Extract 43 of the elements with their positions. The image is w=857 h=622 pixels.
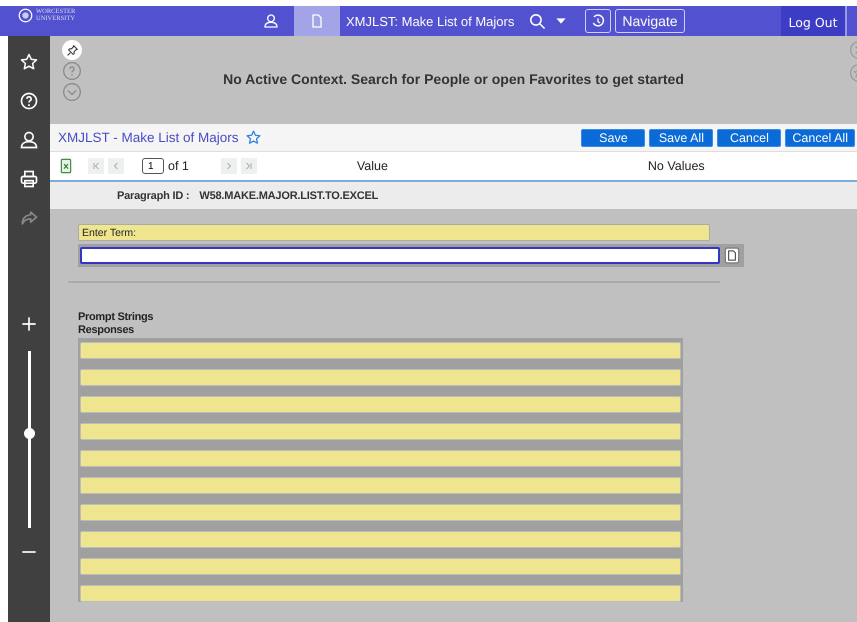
prompt-label: Enter Term: <box>78 224 710 241</box>
response-field[interactable] <box>80 558 681 575</box>
response-field[interactable] <box>80 477 681 494</box>
printer-icon[interactable] <box>19 169 39 189</box>
page-title: XMJLST: Make List of Majors <box>345 12 516 31</box>
person-icon[interactable] <box>19 130 39 150</box>
spreadsheet-icon[interactable] <box>58 158 74 174</box>
section-label: Prompt Strings <box>78 311 154 323</box>
response-field[interactable] <box>80 585 681 602</box>
response-field[interactable] <box>80 450 681 467</box>
response-field[interactable] <box>80 531 681 548</box>
response-field[interactable] <box>80 342 681 359</box>
action-button[interactable]: Save All <box>649 128 714 146</box>
star-icon[interactable] <box>19 52 39 72</box>
value-text: No Values <box>648 159 705 173</box>
person-icon[interactable] <box>263 13 279 29</box>
context-message: No Active Context. Search for People or open Favorites to get started <box>223 71 684 87</box>
history-icon[interactable] <box>590 13 606 29</box>
action-button[interactable]: Cancel <box>717 128 782 146</box>
search-icon[interactable] <box>528 12 548 30</box>
value-label: Value <box>356 159 388 173</box>
history-button[interactable] <box>585 9 612 33</box>
term-field[interactable] <box>80 247 720 264</box>
slider-thumb[interactable] <box>24 428 34 440</box>
paragraph-label: Paragraph ID : <box>117 190 190 202</box>
pin-icon[interactable] <box>66 44 78 56</box>
paragraph-id: W58.MAKE.MAJOR.LIST.TO.EXCEL <box>199 190 378 202</box>
page-count: of 1 <box>168 159 189 173</box>
navigate-button[interactable]: Navigate <box>615 9 685 33</box>
favorite-star-icon[interactable] <box>244 129 262 146</box>
action-button[interactable]: Cancel All <box>785 128 855 146</box>
pin-button[interactable] <box>62 40 82 60</box>
section-label: Responses <box>78 324 135 336</box>
form-title: XMJLST - Make List of Majors <box>58 130 239 145</box>
page-field[interactable]: 1 <box>142 158 164 174</box>
response-field[interactable] <box>80 369 681 386</box>
response-field[interactable] <box>80 504 681 521</box>
action-button[interactable]: Save <box>581 128 646 146</box>
collapse-icon[interactable] <box>62 82 82 102</box>
lookup-icon[interactable] <box>724 247 740 264</box>
response-field[interactable] <box>80 423 681 440</box>
response-field[interactable] <box>80 396 681 413</box>
logout-button[interactable]: Log Out <box>781 6 847 36</box>
